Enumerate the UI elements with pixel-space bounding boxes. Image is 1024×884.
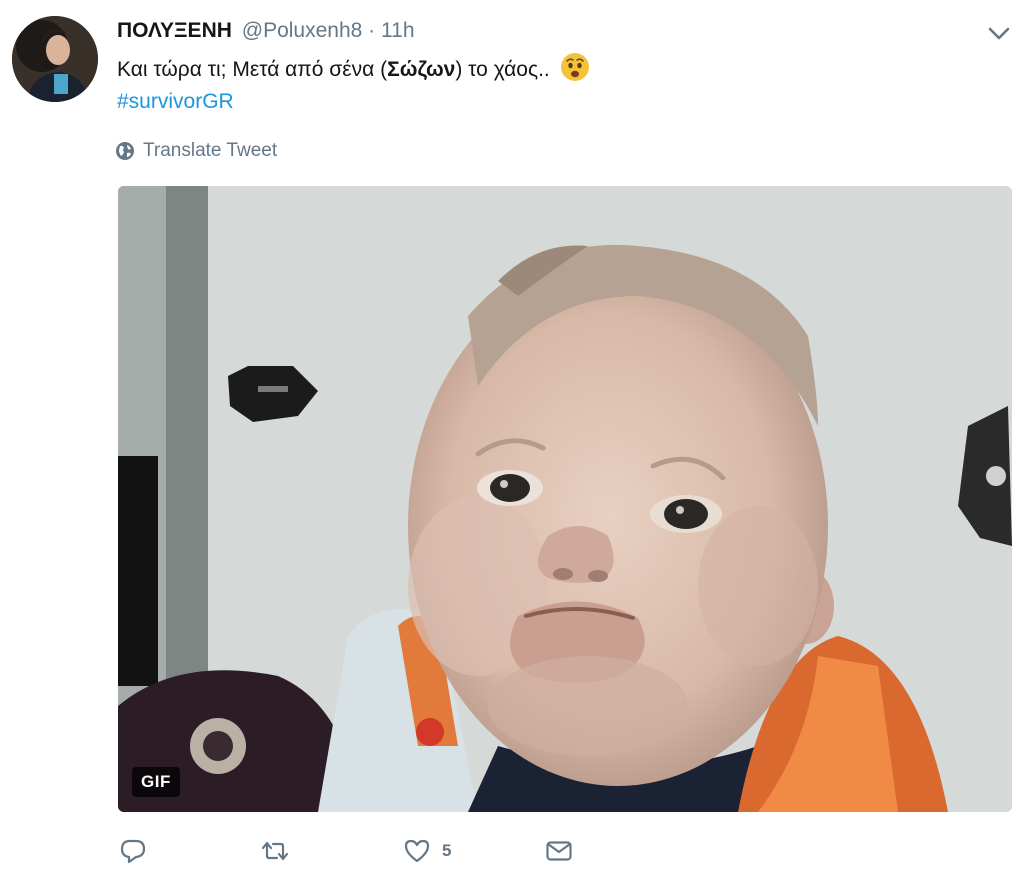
avatar[interactable] (12, 16, 98, 102)
retweet-button[interactable] (260, 836, 290, 866)
more-options-button[interactable] (984, 22, 1014, 44)
globe-icon (116, 142, 134, 160)
direct-message-button[interactable] (544, 836, 574, 866)
reply-icon (120, 839, 146, 864)
translate-tweet-link[interactable]: Translate Tweet (115, 137, 277, 165)
gif-media[interactable]: GIF (118, 186, 1012, 812)
heart-icon (404, 839, 430, 863)
like-count: 5 (442, 841, 452, 860)
like-button[interactable]: 5 (402, 836, 451, 866)
tweet-header: ΠΟΛΥΞΕΝΗ @Poluxenh8 · 11h (117, 17, 415, 45)
translate-label: Translate Tweet (143, 140, 278, 161)
envelope-icon (546, 841, 572, 861)
retweet-icon (261, 841, 289, 861)
hashtag-link[interactable]: #survivorGR (117, 87, 234, 117)
user-handle[interactable]: @Poluxenh8 (242, 19, 363, 42)
tweet-text: Και τώρα τι; Μετά από σένα (Σώζων) το χά… (117, 52, 590, 85)
display-name[interactable]: ΠΟΛΥΞΕΝΗ (117, 19, 232, 42)
worried-face-emoji (560, 53, 589, 81)
tweet-text-part: ) το χάος.. (455, 58, 550, 81)
tweet-timestamp[interactable]: 11h (381, 19, 414, 42)
tweet-actions-bar: 5 (0, 836, 1024, 876)
gif-frame-image (118, 186, 1012, 812)
tweet-text-part: Και τώρα τι; Μετά από σένα ( (117, 58, 388, 81)
gif-badge: GIF (132, 767, 180, 797)
chevron-down-icon (988, 27, 1010, 40)
tweet-text-bold: Σώζων (387, 58, 456, 81)
avatar-image (12, 16, 98, 102)
separator-dot: · (368, 19, 376, 42)
reply-button[interactable] (118, 836, 148, 866)
